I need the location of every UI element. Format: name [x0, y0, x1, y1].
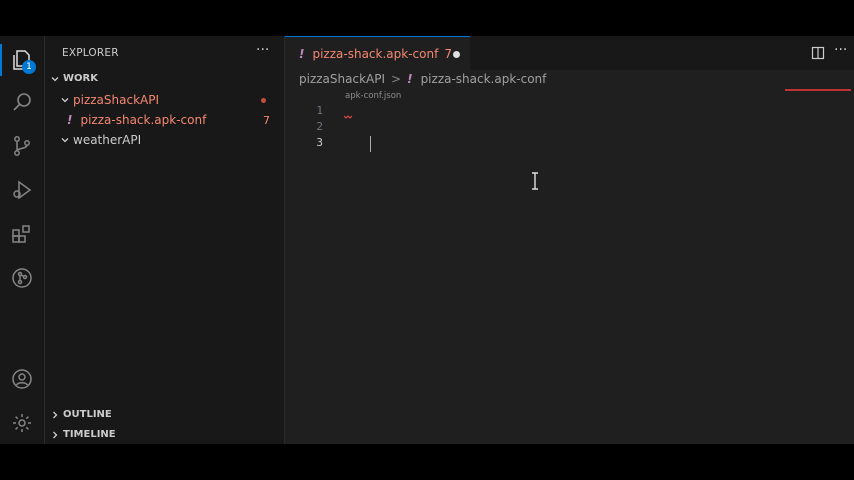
- folder-label: weatherAPI: [73, 133, 142, 147]
- activity-bar: 1: [0, 36, 45, 444]
- workspace-label: WORK: [63, 73, 98, 84]
- explorer-badge: 1: [22, 60, 36, 74]
- editor-more-button[interactable]: ···: [834, 42, 847, 58]
- tree-folder-weatherapi[interactable]: weatherAPI: [45, 130, 284, 150]
- tab-bar: ! pizza-shack.apk-conf 7 ···: [285, 36, 854, 71]
- breadcrumb-folder[interactable]: pizzaShackAPI: [299, 72, 385, 86]
- tab-problem-count: 7: [444, 47, 452, 61]
- workspace-section-header[interactable]: WORK: [45, 73, 98, 84]
- problem-dot-icon: [261, 98, 266, 103]
- schema-hint[interactable]: apk-conf.json: [345, 91, 401, 101]
- run-debug-icon[interactable]: [8, 176, 36, 204]
- error-squiggle: [344, 115, 353, 119]
- breadcrumb-file[interactable]: pizza-shack.apk-conf: [421, 72, 547, 86]
- search-icon[interactable]: [8, 88, 36, 116]
- active-indicator: [0, 44, 2, 76]
- yaml-file-icon: !: [407, 72, 413, 86]
- explorer-sidebar: EXPLORER ··· WORK pizzaShackAPI ! pizza-…: [45, 36, 285, 444]
- yaml-file-icon: !: [299, 47, 305, 61]
- line-number: 1: [316, 104, 323, 117]
- vscode-window: 1 EXPLORER ··· WORK pizzaShackAPI ! pizz…: [0, 36, 854, 444]
- minimap-error-marker: [785, 89, 851, 91]
- tree-folder-pizzashackapi[interactable]: pizzaShackAPI: [45, 90, 284, 110]
- breadcrumb: pizzaShackAPI > ! pizza-shack.apk-conf: [299, 72, 546, 86]
- yaml-file-icon: !: [67, 113, 73, 127]
- editor-area: ! pizza-shack.apk-conf 7 ··· pizzaShackA…: [285, 36, 854, 444]
- outline-section-header[interactable]: OUTLINE: [45, 409, 112, 420]
- timeline-label: TIMELINE: [63, 429, 116, 440]
- account-icon[interactable]: [8, 365, 36, 393]
- editor-tab-pizza-shack[interactable]: ! pizza-shack.apk-conf 7: [285, 36, 470, 71]
- extensions-icon[interactable]: [8, 220, 36, 248]
- tab-label: pizza-shack.apk-conf: [312, 47, 439, 61]
- sidebar-title: EXPLORER: [62, 47, 119, 59]
- mouse-ibeam-cursor-icon: [532, 172, 538, 190]
- sidebar-more-button[interactable]: ···: [256, 42, 269, 58]
- outline-label: OUTLINE: [63, 409, 112, 420]
- chevron-down-icon: [61, 98, 69, 103]
- line-number-active: 3: [316, 136, 323, 149]
- source-control-icon[interactable]: [8, 132, 36, 160]
- chevron-down-icon: [61, 138, 69, 143]
- line-number: 2: [316, 120, 323, 133]
- problem-count: 7: [263, 113, 270, 127]
- tree-file-pizza-shack[interactable]: ! pizza-shack.apk-conf 7: [45, 110, 284, 130]
- breadcrumb-separator: >: [391, 72, 402, 86]
- chevron-down-icon: [51, 76, 59, 81]
- chevron-right-icon: [53, 411, 58, 418]
- git-graph-icon[interactable]: [8, 264, 36, 292]
- split-editor-icon[interactable]: [811, 46, 825, 60]
- settings-gear-icon[interactable]: [8, 409, 36, 437]
- folder-label: pizzaShackAPI: [73, 93, 160, 107]
- timeline-section-header[interactable]: TIMELINE: [45, 429, 116, 440]
- file-label: pizza-shack.apk-conf: [80, 113, 207, 127]
- unsaved-dot-icon[interactable]: [453, 51, 460, 58]
- chevron-right-icon: [53, 431, 58, 438]
- text-cursor: [370, 136, 371, 152]
